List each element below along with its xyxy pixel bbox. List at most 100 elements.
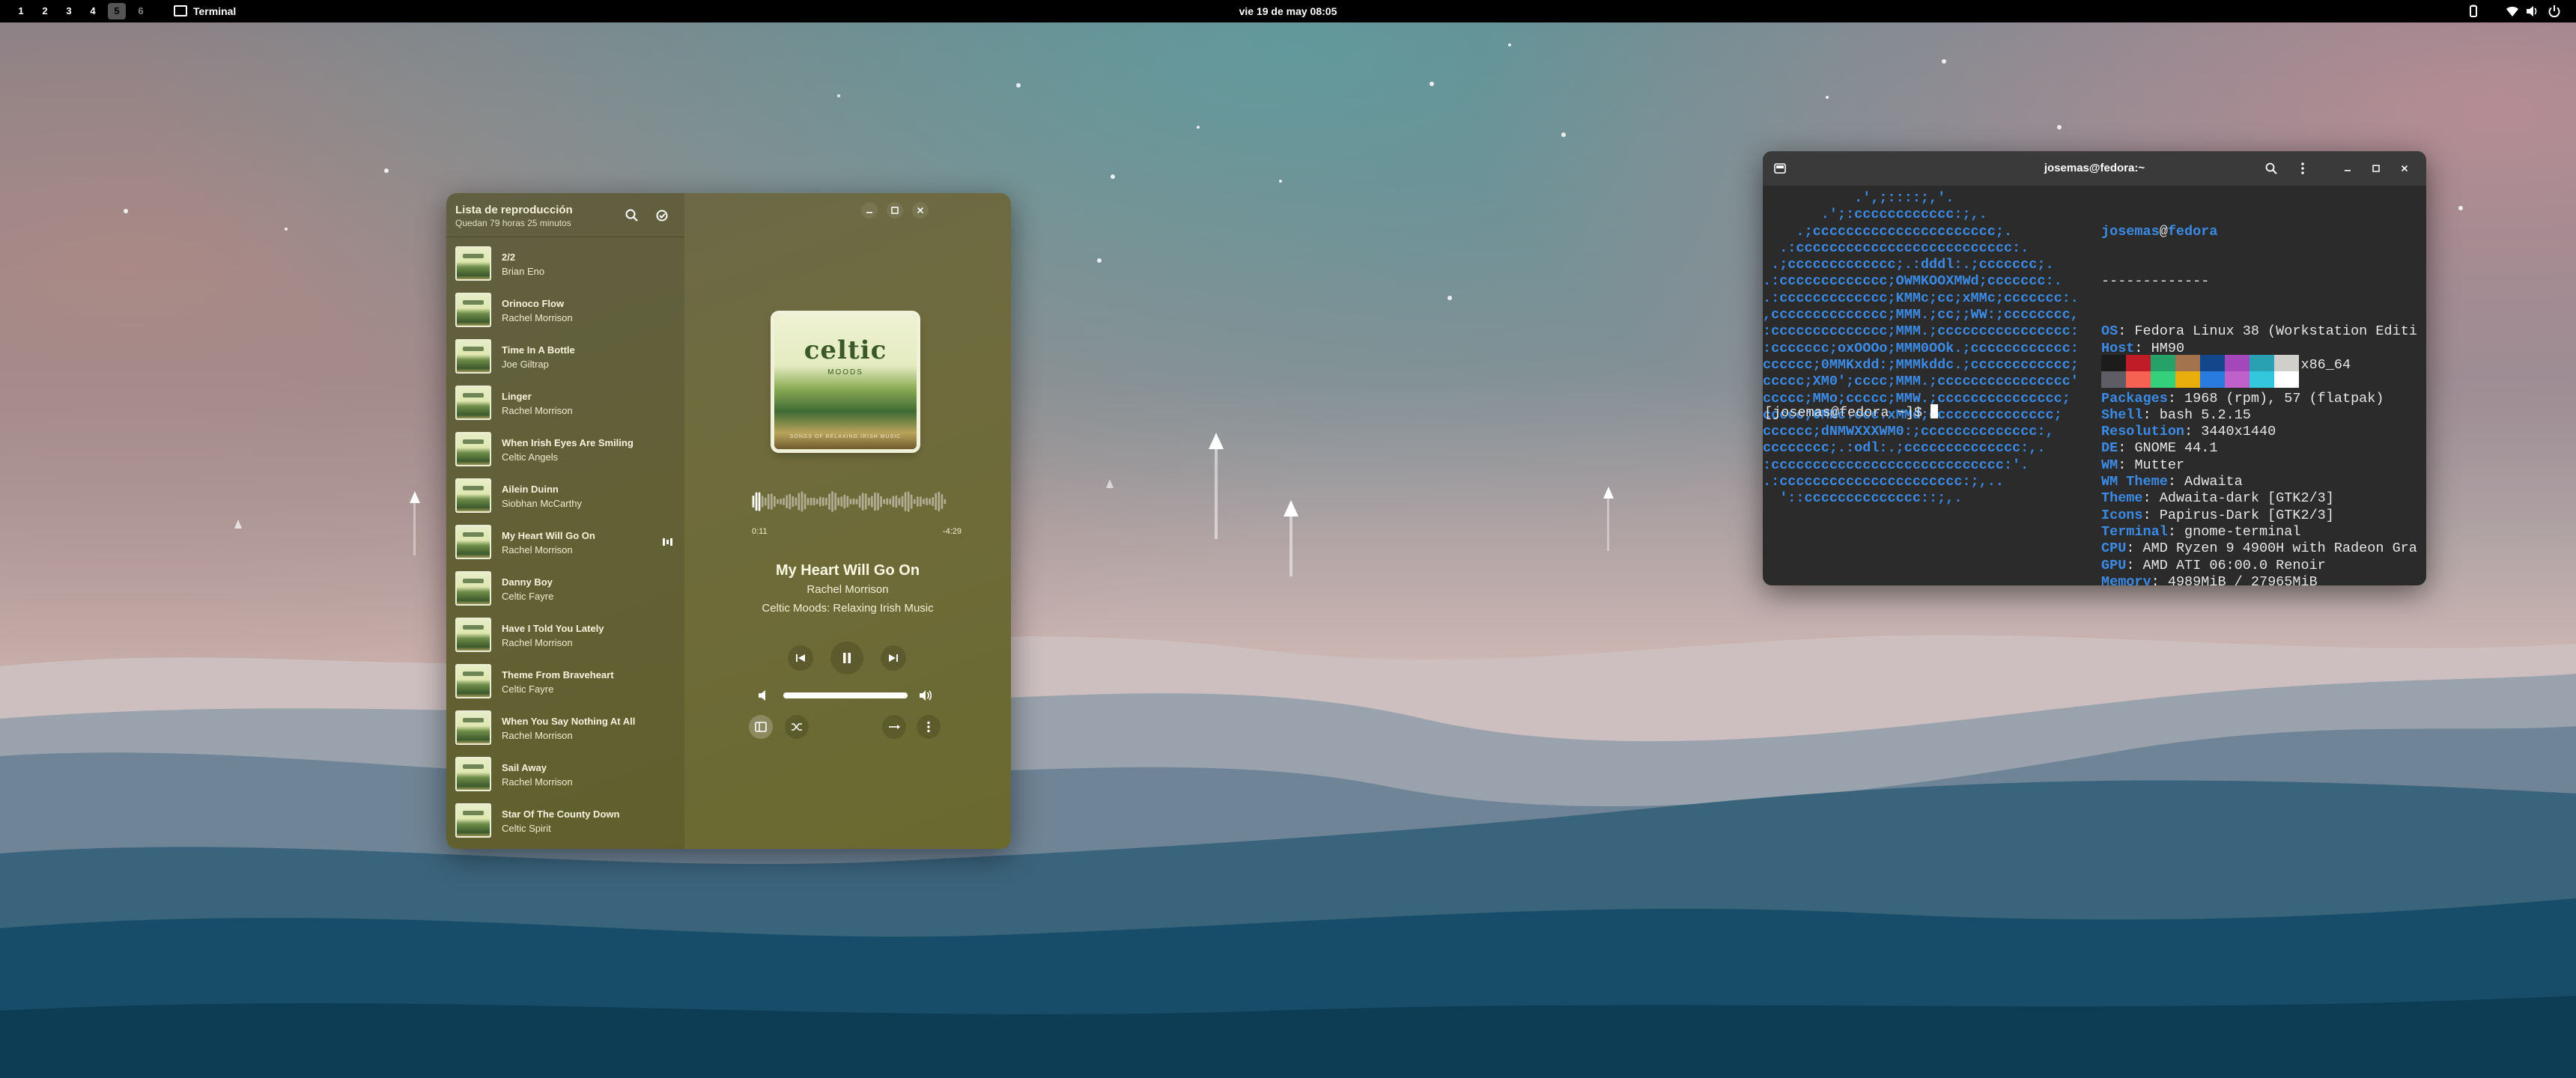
volume-high-icon[interactable]: [918, 688, 933, 703]
select-tracks-icon[interactable]: [651, 205, 672, 226]
track-row[interactable]: Time In A Bottle Joe Giltrap: [446, 332, 684, 379]
workspace-3-button[interactable]: 3: [60, 3, 78, 19]
palette-swatch: [2151, 355, 2175, 371]
focused-app-indicator[interactable]: Terminal: [174, 0, 236, 22]
waveform-bar: [877, 493, 879, 511]
toggle-playlist-button[interactable]: [749, 715, 773, 739]
remaining-time: -4:29: [942, 527, 962, 536]
battery-icon[interactable]: [2467, 4, 2480, 18]
power-icon[interactable]: [2548, 4, 2561, 18]
terminal-output[interactable]: .',;::::;,'. .';:cccccccccccc:;,. .;cccc…: [1763, 186, 2426, 585]
track-thumbnail: [455, 386, 491, 420]
track-row[interactable]: Linger Rachel Morrison: [446, 379, 684, 425]
track-thumbnail: [455, 803, 491, 838]
info-key: Host: [2101, 340, 2135, 356]
track-row[interactable]: My Heart Will Go On Rachel Morrison: [446, 518, 684, 564]
now-playing-indicator-icon: [663, 538, 672, 546]
music-player-window: Lista de reproducción Quedan 79 horas 25…: [446, 193, 1011, 849]
more-vertical-icon: [927, 721, 930, 733]
track-row[interactable]: Orinoco Flow Rachel Morrison: [446, 286, 684, 332]
waveform-bar: [801, 491, 804, 512]
track-title: Linger: [502, 391, 532, 402]
track-row[interactable]: Sail Away Rachel Morrison: [446, 750, 684, 797]
track-artist: Celtic Spirit: [502, 823, 551, 834]
shuffle-button[interactable]: [785, 715, 809, 739]
track-artist: Siobhan McCarthy: [502, 498, 582, 509]
close-icon[interactable]: [2396, 160, 2413, 177]
waveform-seekbar[interactable]: [752, 487, 947, 517]
volume-slider[interactable]: [783, 692, 908, 698]
search-icon[interactable]: [622, 205, 643, 226]
focused-app-name: Terminal: [193, 5, 237, 17]
shuffle-icon: [792, 723, 802, 731]
logo-line: .:ccccccccccccc;KMMc;cc;xMMc;ccccccc:.: [1763, 290, 2079, 306]
track-thumbnail: [455, 618, 491, 652]
waveform-bar: [880, 496, 882, 508]
repeat-mode-button[interactable]: [882, 715, 906, 739]
logo-line: cccccccc;.:odl:.;cccccccccccccc:,.: [1763, 440, 2046, 457]
color-palette: [2101, 355, 2303, 388]
maximize-button[interactable]: [887, 202, 903, 219]
workspace-6-button[interactable]: 6: [132, 3, 150, 19]
wifi-icon[interactable]: [2506, 4, 2519, 18]
track-artist: Rachel Morrison: [502, 637, 573, 648]
menu-button[interactable]: [917, 715, 941, 739]
info-separator: -------------: [2101, 273, 2210, 290]
info-value: AMD Ryzen 9 4900H with Radeon Gra: [2142, 540, 2417, 557]
terminal-window: josemas@fedora:~ .',;::::;,'. .';:cccccc…: [1763, 151, 2426, 585]
waveform-bar: [795, 497, 798, 506]
info-key: WM Theme: [2101, 474, 2168, 490]
waveform-bar: [913, 499, 916, 505]
info-key: CPU: [2101, 540, 2127, 557]
sidebar-icon: [755, 722, 767, 732]
waveform-bar: [868, 497, 870, 506]
track-row[interactable]: Theme From Braveheart Celtic Fayre: [446, 657, 684, 704]
minimize-button[interactable]: [861, 202, 878, 219]
info-line: WM: Mutter: [2101, 457, 2185, 473]
track-row[interactable]: Danny Boy Celtic Fayre: [446, 564, 684, 611]
info-line: OS: Fedora Linux 38 (Workstation Editi: [2101, 323, 2417, 340]
track-row[interactable]: 2/2 Brian Eno: [446, 240, 684, 286]
close-button[interactable]: [912, 202, 929, 219]
waveform-bar: [886, 498, 888, 505]
username: josemas: [2101, 223, 2160, 240]
track-row[interactable]: Have I Told You Lately Rachel Morrison: [446, 611, 684, 657]
info-key: OS: [2101, 323, 2118, 340]
maximize-icon[interactable]: [2368, 160, 2384, 177]
track-row[interactable]: Star Of The County Down Celtic Spirit: [446, 797, 684, 843]
search-icon[interactable]: [2263, 160, 2279, 177]
waveform-bar: [804, 493, 806, 510]
play-pause-button[interactable]: [830, 642, 863, 674]
info-value: AMD ATI 06:00.0 Renoir: [2142, 557, 2326, 573]
palette-swatch: [2274, 371, 2299, 388]
waveform-bar: [849, 499, 852, 505]
logo-line: cccccc;dNMWXXXWM0:;cccccccccccccc:,: [1763, 424, 2054, 440]
next-button[interactable]: [881, 645, 906, 671]
palette-swatch: [2101, 371, 2126, 388]
info-value: Papirus-Dark [GTK2/3]: [2159, 507, 2334, 523]
waveform-bar: [831, 491, 833, 512]
workspace-1-button[interactable]: 1: [12, 3, 30, 19]
volume-icon[interactable]: [2525, 4, 2539, 18]
track-artist: Joe Giltrap: [502, 359, 549, 370]
more-vertical-icon[interactable]: [2294, 160, 2311, 177]
volume-low-icon[interactable]: [756, 688, 771, 703]
logo-line: ,cccccccccccccc;MMM.;cc;;WW:;cccccccc,: [1763, 307, 2079, 323]
shell-prompt[interactable]: [josemas@fedora ~]$: [1764, 404, 1939, 421]
palette-swatch: [2175, 355, 2200, 371]
track-row[interactable]: When You Say Nothing At All Rachel Morris…: [446, 704, 684, 750]
track-row[interactable]: Ailein Duinn Siobhan McCarthy: [446, 472, 684, 518]
info-line: Shell: bash 5.2.15: [2101, 406, 2251, 423]
info-value: gnome-terminal: [2184, 523, 2301, 540]
skip-next-icon: [889, 654, 898, 662]
track-row[interactable]: When Irish Eyes Are Smiling Celtic Angels: [446, 425, 684, 472]
workspace-5-button[interactable]: 5: [108, 3, 126, 19]
workspace-2-button[interactable]: 2: [36, 3, 54, 19]
waveform-bar: [944, 499, 947, 505]
clock[interactable]: vie 19 de may 08:05: [1138, 0, 1438, 22]
palette-swatch: [2225, 355, 2250, 371]
previous-button[interactable]: [788, 645, 813, 671]
workspace-4-button[interactable]: 4: [84, 3, 102, 19]
waveform-bar: [910, 494, 913, 509]
minimize-icon[interactable]: [2339, 160, 2356, 177]
